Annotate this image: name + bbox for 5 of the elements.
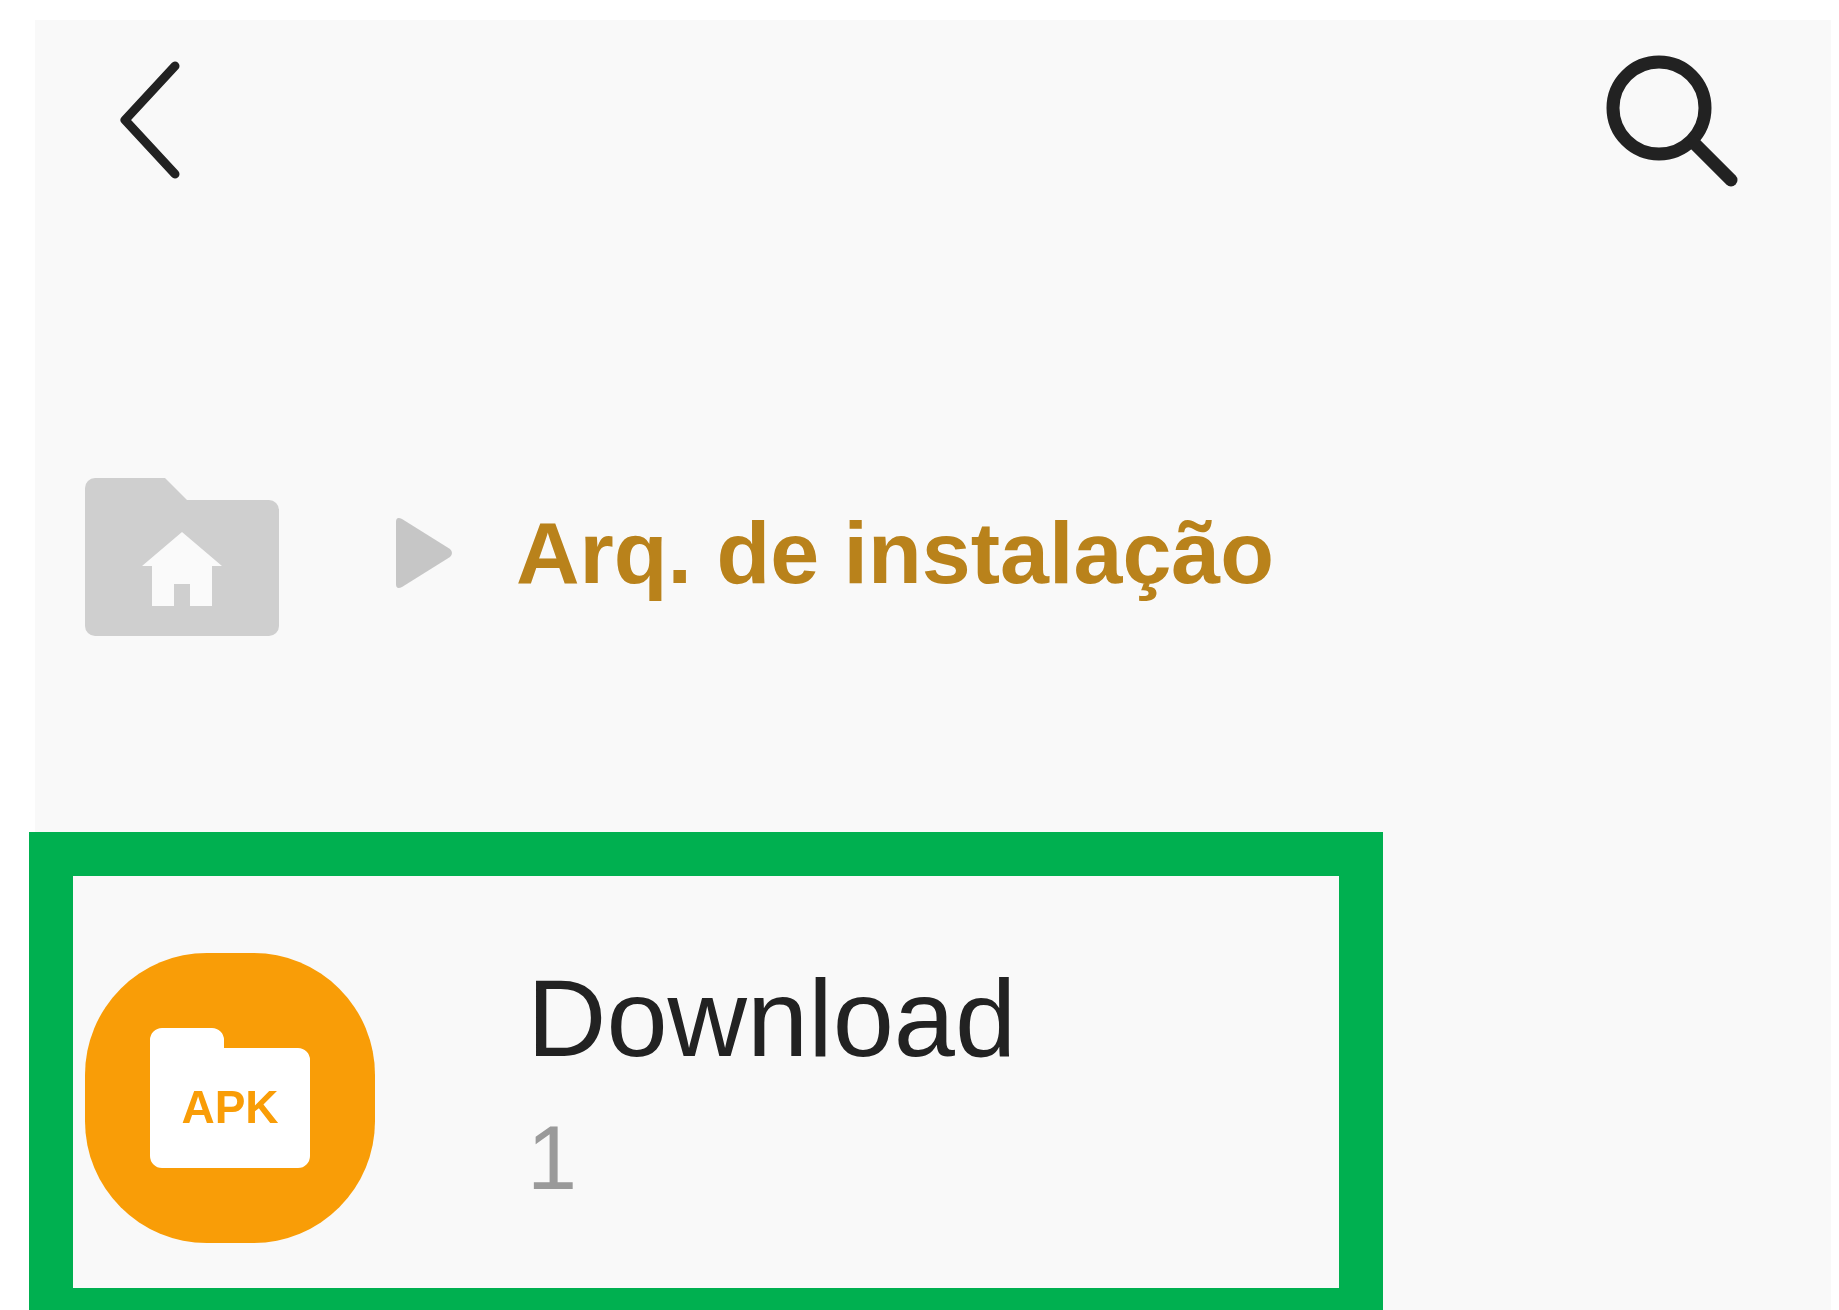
folder-icon	[150, 1028, 310, 1168]
item-count: 1	[527, 1113, 579, 1203]
apk-label: APK	[181, 1084, 279, 1130]
list-item[interactable]: APK Download 1	[35, 953, 1831, 1283]
item-name: Download	[527, 963, 1017, 1073]
